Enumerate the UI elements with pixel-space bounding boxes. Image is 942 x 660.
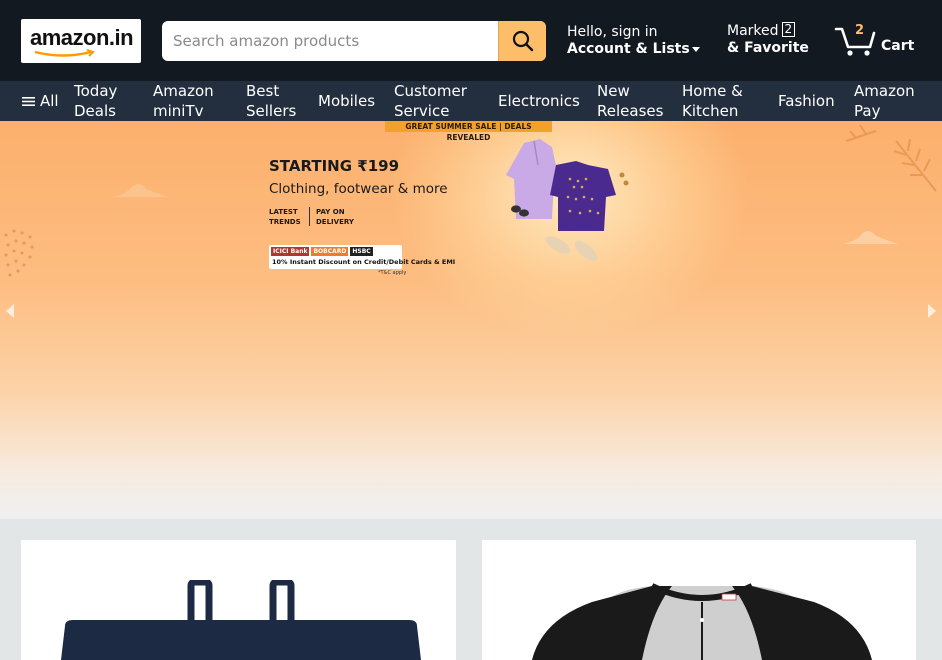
tnc-note: *T&C apply: [378, 270, 407, 276]
cloud-decoration-icon: [112, 184, 168, 197]
nav-all-label: All: [40, 92, 59, 110]
palm-leaf-decoration-icon: [845, 124, 937, 192]
top-header: amazon.in Hello, sign in Account & Lists…: [0, 0, 942, 81]
category-nav: All Today Deals Amazon miniTv Best Sellers …: [0, 81, 942, 121]
hero-tag-divider: [309, 207, 310, 226]
dots-decoration-icon: [4, 229, 34, 277]
carousel-next-arrow-icon[interactable]: [928, 304, 936, 318]
cart-label: Cart: [881, 38, 915, 54]
nav-label: Service: [394, 102, 450, 120]
nav-label: Mobiles: [318, 92, 376, 110]
account-menu[interactable]: Hello, sign in Account & Lists: [567, 24, 700, 57]
product-card[interactable]: [21, 540, 456, 660]
nav-label: Sellers: [246, 102, 297, 120]
nav-mobiles[interactable]: Mobiles: [318, 81, 375, 121]
search-input[interactable]: [162, 21, 498, 61]
nav-label: Amazon: [153, 82, 214, 100]
nav-label: Electronics: [498, 92, 580, 110]
sale-tag: GREAT SUMMER SALE | DEALS REVEALED: [385, 121, 552, 142]
bank-name: ICICI Bank: [271, 247, 310, 256]
account-label: Account & Lists: [567, 41, 690, 57]
hero-title: STARTING ₹199: [269, 157, 400, 175]
logo-text: amazon.in: [30, 25, 134, 50]
nav-label: Fashion: [778, 92, 835, 110]
fashion-products-image: [506, 139, 629, 262]
nav-amazon-minitv[interactable]: Amazon miniTv: [153, 81, 214, 121]
bank-offer-text: 10% Instant Discount on Credit/Debit Car…: [272, 258, 456, 266]
nav-amazon-pay[interactable]: Amazon Pay: [854, 81, 915, 121]
hero-tag-latest-trends: LATEST TRENDS: [269, 208, 301, 226]
bank-name: HSBC: [350, 247, 373, 256]
nav-label: Amazon: [854, 82, 915, 100]
cart-button[interactable]: 2 Cart: [834, 23, 924, 57]
smile-arrow-icon: [34, 49, 95, 57]
account-greeting: Hello, sign in: [567, 24, 658, 40]
nav-all-button[interactable]: All: [22, 81, 59, 121]
nav-label: Best: [246, 82, 280, 100]
nav-today-deals[interactable]: Today Deals: [74, 81, 117, 121]
hamburger-icon: [22, 96, 35, 106]
marked-count-badge: 2: [781, 22, 796, 37]
bank-name: BOBCARD: [311, 247, 349, 256]
nav-label: Releases: [597, 102, 664, 120]
nav-label: Kitchen: [682, 102, 739, 120]
hero-subtitle: Clothing, footwear & more: [269, 181, 448, 197]
backpack-image: [61, 580, 421, 660]
caret-down-icon: [691, 46, 700, 52]
nav-new-releases[interactable]: New Releases: [597, 81, 663, 121]
marked-favorites[interactable]: Marked 2 & Favorite: [727, 22, 809, 56]
bank-offer-box: ICICI Bank BOBCARD HSBC 10% Instant Disc…: [269, 245, 455, 269]
nav-label: Deals: [74, 102, 116, 120]
nav-fashion[interactable]: Fashion: [778, 81, 835, 121]
search-button[interactable]: [498, 21, 546, 61]
nav-label: miniTv: [153, 102, 204, 120]
cart-count: 2: [855, 23, 865, 38]
nav-customer-service[interactable]: Customer Service: [394, 81, 467, 121]
cloud-decoration-icon: [842, 231, 898, 244]
nav-label: New: [597, 82, 630, 100]
nav-label: Pay: [854, 102, 881, 120]
hero-carousel[interactable]: GREAT SUMMER SALE | DEALS REVEALED START…: [0, 121, 942, 519]
nav-label: Today: [74, 82, 118, 100]
hero-tag-pay-on-delivery: PAY ON DELIVERY: [316, 208, 354, 226]
marked-sub-label: & Favorite: [727, 40, 809, 56]
amazon-logo[interactable]: amazon.in: [21, 19, 141, 63]
nav-home-kitchen[interactable]: Home & Kitchen: [682, 81, 743, 121]
nav-label: Customer: [394, 82, 467, 100]
nav-label: Home &: [682, 82, 743, 100]
marked-label: Marked: [727, 23, 779, 39]
nav-electronics[interactable]: Electronics: [498, 81, 580, 121]
nav-best-sellers[interactable]: Best Sellers: [246, 81, 296, 121]
product-card[interactable]: [482, 540, 916, 660]
carousel-prev-arrow-icon[interactable]: [6, 304, 14, 318]
search-icon: [512, 30, 533, 52]
raglan-tshirt-image: [532, 583, 872, 660]
search-bar: [162, 21, 546, 61]
